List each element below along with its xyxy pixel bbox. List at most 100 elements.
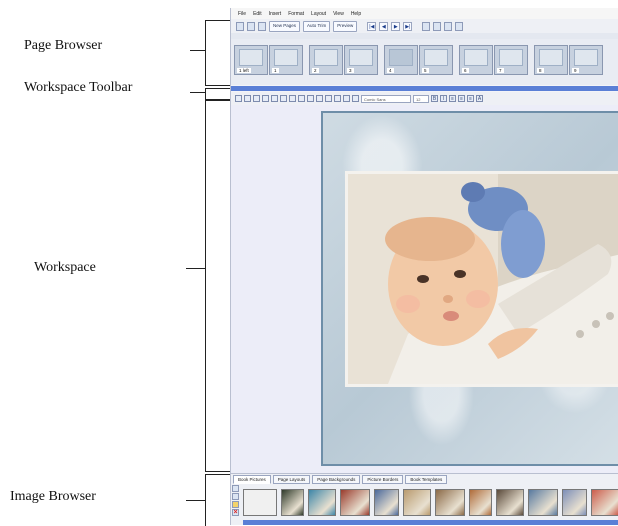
image-thumbnail-strip [243,487,618,518]
page-thumb[interactable]: 1 left [234,45,268,75]
align-center-button[interactable]: ≡ [458,95,465,102]
add-folder-icon[interactable] [232,485,239,492]
preview-button[interactable]: Preview [333,20,358,32]
baby-photo-image [348,174,618,384]
image-tool-icon[interactable] [325,95,332,102]
text-color-button[interactable]: A [476,95,483,102]
image-thumbnail[interactable] [339,489,370,516]
tab-picture-borders[interactable]: Picture Borders [362,475,404,484]
page-thumb[interactable]: 2 [309,45,343,75]
pencil-icon[interactable] [298,95,305,102]
menu-view[interactable]: View [333,11,344,17]
tab-page-backgrounds[interactable]: Page Backgrounds [312,475,361,484]
image-thumbnail[interactable] [243,489,277,516]
image-thumbnail[interactable] [468,489,493,516]
first-page-button[interactable]: |◀ [367,21,377,31]
crop-tool-icon[interactable] [244,95,251,102]
prev-page-button[interactable]: ◀ [379,21,389,31]
page-browser: 1 left 1 2 3 4 5 6 7 8 9 [231,39,618,85]
image-browser-side-tools: × [232,485,240,525]
eraser-icon[interactable] [307,95,314,102]
text-tool-icon[interactable] [316,95,323,102]
rotate-right-icon[interactable] [271,95,278,102]
image-thumbnail[interactable] [308,489,336,516]
page-thumb[interactable]: 7 [494,45,528,75]
new-pages-button[interactable]: New Pages [269,20,301,32]
frame-tool-icon[interactable] [334,95,341,102]
page-spread[interactable]: 8 9 [534,45,603,85]
image-thumbnail[interactable] [496,489,525,516]
zoom-out-icon[interactable] [433,21,442,31]
baby-photo[interactable] [345,171,618,387]
bold-button[interactable]: B [431,95,438,102]
italic-button[interactable]: I [440,95,447,102]
menu-file[interactable]: File [238,11,246,17]
menu-edit[interactable]: Edit [253,11,262,17]
grid-icon[interactable] [444,21,453,31]
image-browser: Book Pictures Page Layouts Page Backgrou… [231,473,618,525]
menu-layout[interactable]: Layout [311,11,326,17]
image-thumbnail[interactable] [280,489,305,516]
page-thumb[interactable]: 9 [569,45,603,75]
page-thumb[interactable]: 6 [459,45,493,75]
app-window: File Edit Insert Format Layout View Help… [230,8,618,525]
page-spread[interactable]: 2 3 [309,45,378,85]
menu-format[interactable]: Format [288,11,304,17]
workspace-toolbar: Comic Sans 12 B I ≡ ≡ ≡ A [231,92,618,106]
page-spread[interactable]: 1 left 1 [234,45,303,85]
page-browser-scrollbar[interactable] [231,86,618,91]
image-thumbnail[interactable] [561,489,588,516]
image-browser-tick [186,500,205,501]
font-size-select[interactable]: 12 [413,94,429,103]
next-page-button[interactable]: ▶ [391,21,401,31]
copy-icon[interactable] [289,95,296,102]
image-browser-bracket [205,474,230,526]
page-browser-bracket [205,20,230,86]
image-thumbnail[interactable] [434,489,465,516]
favorite-icon[interactable] [232,501,239,508]
image-browser-label: Image Browser [10,489,96,504]
layer-icon[interactable] [343,95,350,102]
workspace [231,105,618,473]
last-page-button[interactable]: ▶| [403,21,413,31]
font-select[interactable]: Comic Sans [361,94,411,103]
image-thumbnail[interactable] [591,489,618,516]
tab-page-layouts[interactable]: Page Layouts [272,475,311,484]
rotate-left-icon[interactable] [262,95,269,102]
refresh-icon[interactable] [232,493,239,500]
align-left-button[interactable]: ≡ [449,95,456,102]
page-spread[interactable]: 4 5 [384,45,453,85]
zoom-in-icon[interactable] [422,21,431,31]
album-page[interactable] [321,111,618,466]
page-thumb[interactable]: 4 [384,45,418,75]
menu-insert[interactable]: Insert [269,11,282,17]
image-thumbnail[interactable] [528,489,558,516]
flip-icon[interactable] [280,95,287,102]
color-icon[interactable] [352,95,359,102]
save-icon[interactable] [258,21,266,31]
delete-icon[interactable]: × [232,509,239,516]
align-right-button[interactable]: ≡ [467,95,474,102]
tab-book-pictures[interactable]: Book Pictures [233,475,271,484]
page-browser-label: Page Browser [24,38,103,53]
open-book-icon[interactable] [247,21,255,31]
new-book-icon[interactable] [236,21,244,31]
menu-help[interactable]: Help [351,11,361,17]
page-spread[interactable]: 6 7 [459,45,528,85]
auto-trim-button[interactable]: Auto Trim [303,20,331,32]
image-thumbnail[interactable] [373,489,400,516]
tab-book-templates[interactable]: Book Templates [405,475,448,484]
fit-icon[interactable] [455,21,464,31]
page-thumb[interactable]: 3 [344,45,378,75]
workspace-toolbar-bracket [205,88,230,100]
page-thumb[interactable]: 8 [534,45,568,75]
page-thumb[interactable]: 5 [419,45,453,75]
image-thumbnail[interactable] [403,489,431,516]
select-tool-icon[interactable] [235,95,242,102]
image-browser-scrollbar[interactable] [243,520,618,525]
menu-bar: File Edit Insert Format Layout View Help [231,8,618,19]
page-thumb[interactable]: 1 [269,45,303,75]
zoom-tool-icon[interactable] [253,95,260,102]
page-browser-tick [190,50,205,51]
workspace-tick [186,268,205,269]
